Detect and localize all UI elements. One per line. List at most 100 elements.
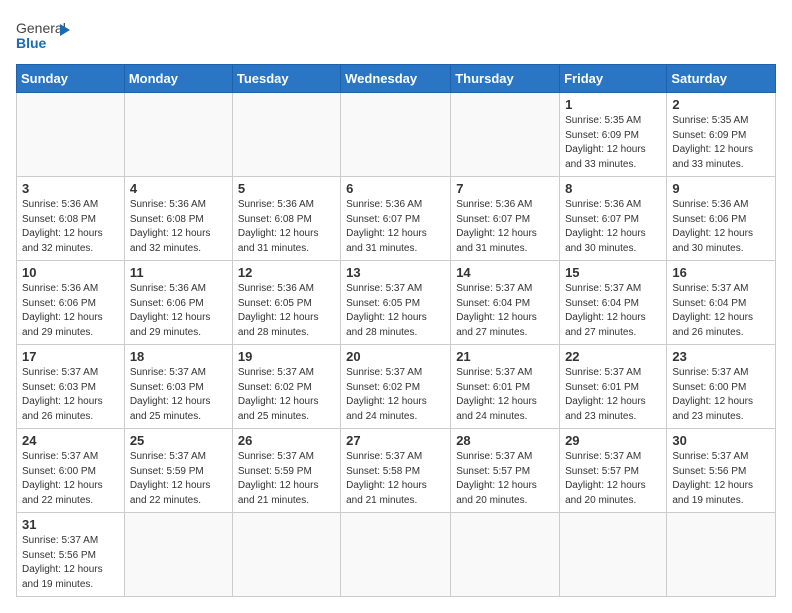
day-info: Sunrise: 5:36 AM Sunset: 6:08 PM Dayligh… [238,198,335,256]
day-number: 31 [22,517,119,532]
day-info: Sunrise: 5:37 AM Sunset: 6:02 PM Dayligh… [346,366,445,424]
calendar-cell: 19Sunrise: 5:37 AM Sunset: 6:02 PM Dayli… [232,345,340,429]
week-row-0: 1 Sunrise: 5:35 AM Sunset: 6:09 PM Daylig… [17,93,776,177]
calendar-cell: 31 Sunrise: 5:37 AM Sunset: 5:56 PM Dayli… [17,513,125,597]
day-number: 8 [565,181,661,196]
week-row-5: 31 Sunrise: 5:37 AM Sunset: 5:56 PM Dayli… [17,513,776,597]
day-number: 25 [130,433,227,448]
day-info: Sunrise: 5:37 AM Sunset: 6:00 PM Dayligh… [672,366,770,424]
calendar-cell [667,513,776,597]
calendar-cell: 26Sunrise: 5:37 AM Sunset: 5:59 PM Dayli… [232,429,340,513]
day-number: 22 [565,349,661,364]
calendar-cell [451,93,560,177]
calendar-cell: 6Sunrise: 5:36 AM Sunset: 6:07 PM Daylig… [341,177,451,261]
day-info: Sunrise: 5:37 AM Sunset: 6:02 PM Dayligh… [238,366,335,424]
calendar-cell: 23 Sunrise: 5:37 AM Sunset: 6:00 PM Dayli… [667,345,776,429]
header-monday: Monday [124,65,232,93]
day-info: Sunrise: 5:37 AM Sunset: 6:03 PM Dayligh… [22,366,119,424]
calendar-cell: 29 Sunrise: 5:37 AM Sunset: 5:57 PM Dayli… [560,429,667,513]
day-number: 13 [346,265,445,280]
day-info: Sunrise: 5:37 AM Sunset: 6:04 PM Dayligh… [565,282,661,340]
day-info: Sunrise: 5:36 AM Sunset: 6:07 PM Dayligh… [456,198,554,256]
day-info: Sunrise: 5:37 AM Sunset: 6:03 PM Dayligh… [130,366,227,424]
calendar-cell: 27Sunrise: 5:37 AM Sunset: 5:58 PM Dayli… [341,429,451,513]
day-info: Sunrise: 5:37 AM Sunset: 5:57 PM Dayligh… [565,450,661,508]
week-row-2: 10Sunrise: 5:36 AM Sunset: 6:06 PM Dayli… [17,261,776,345]
header-sunday: Sunday [17,65,125,93]
day-info: Sunrise: 5:37 AM Sunset: 5:59 PM Dayligh… [130,450,227,508]
week-row-4: 24 Sunrise: 5:37 AM Sunset: 6:00 PM Dayli… [17,429,776,513]
calendar-cell: 16 Sunrise: 5:37 AM Sunset: 6:04 PM Dayli… [667,261,776,345]
page-header: GeneralBlue [16,16,776,56]
calendar-cell: 10Sunrise: 5:36 AM Sunset: 6:06 PM Dayli… [17,261,125,345]
day-info: Sunrise: 5:35 AM Sunset: 6:09 PM Dayligh… [565,114,661,172]
day-info: Sunrise: 5:36 AM Sunset: 6:08 PM Dayligh… [130,198,227,256]
calendar-cell: 28 Sunrise: 5:37 AM Sunset: 5:57 PM Dayli… [451,429,560,513]
day-number: 16 [672,265,770,280]
calendar-cell: 18 Sunrise: 5:37 AM Sunset: 6:03 PM Dayli… [124,345,232,429]
svg-text:Blue: Blue [16,35,47,51]
day-number: 30 [672,433,770,448]
calendar-cell: 25 Sunrise: 5:37 AM Sunset: 5:59 PM Dayli… [124,429,232,513]
calendar-cell: 14Sunrise: 5:37 AM Sunset: 6:04 PM Dayli… [451,261,560,345]
day-info: Sunrise: 5:37 AM Sunset: 5:56 PM Dayligh… [672,450,770,508]
day-info: Sunrise: 5:37 AM Sunset: 5:56 PM Dayligh… [22,534,119,592]
day-number: 2 [672,97,770,112]
calendar-cell [560,513,667,597]
calendar-cell [17,93,125,177]
calendar-cell: 30 Sunrise: 5:37 AM Sunset: 5:56 PM Dayli… [667,429,776,513]
day-info: Sunrise: 5:37 AM Sunset: 6:00 PM Dayligh… [22,450,119,508]
day-number: 24 [22,433,119,448]
day-info: Sunrise: 5:36 AM Sunset: 6:06 PM Dayligh… [672,198,770,256]
day-info: Sunrise: 5:37 AM Sunset: 6:04 PM Dayligh… [672,282,770,340]
day-info: Sunrise: 5:37 AM Sunset: 5:57 PM Dayligh… [456,450,554,508]
calendar-cell [341,93,451,177]
logo: GeneralBlue [16,16,76,56]
day-number: 6 [346,181,445,196]
day-info: Sunrise: 5:37 AM Sunset: 6:01 PM Dayligh… [456,366,554,424]
calendar-cell: 3 Sunrise: 5:36 AM Sunset: 6:08 PM Daylig… [17,177,125,261]
day-number: 9 [672,181,770,196]
calendar-cell: 11Sunrise: 5:36 AM Sunset: 6:06 PM Dayli… [124,261,232,345]
calendar-cell: 4 Sunrise: 5:36 AM Sunset: 6:08 PM Daylig… [124,177,232,261]
calendar-cell: 24 Sunrise: 5:37 AM Sunset: 6:00 PM Dayli… [17,429,125,513]
day-info: Sunrise: 5:37 AM Sunset: 6:04 PM Dayligh… [456,282,554,340]
calendar-cell: 21 Sunrise: 5:37 AM Sunset: 6:01 PM Dayli… [451,345,560,429]
day-number: 29 [565,433,661,448]
day-number: 3 [22,181,119,196]
calendar-cell: 1 Sunrise: 5:35 AM Sunset: 6:09 PM Daylig… [560,93,667,177]
header-wednesday: Wednesday [341,65,451,93]
calendar-cell [124,93,232,177]
calendar-cell [451,513,560,597]
calendar-cell: 2 Sunrise: 5:35 AM Sunset: 6:09 PM Daylig… [667,93,776,177]
header-saturday: Saturday [667,65,776,93]
day-info: Sunrise: 5:35 AM Sunset: 6:09 PM Dayligh… [672,114,770,172]
svg-text:General: General [16,20,66,36]
calendar-header-row: SundayMondayTuesdayWednesdayThursdayFrid… [17,65,776,93]
header-friday: Friday [560,65,667,93]
day-info: Sunrise: 5:37 AM Sunset: 5:58 PM Dayligh… [346,450,445,508]
day-number: 4 [130,181,227,196]
calendar-cell: 22Sunrise: 5:37 AM Sunset: 6:01 PM Dayli… [560,345,667,429]
calendar-cell [341,513,451,597]
day-number: 5 [238,181,335,196]
calendar: SundayMondayTuesdayWednesdayThursdayFrid… [16,64,776,597]
day-number: 10 [22,265,119,280]
day-number: 21 [456,349,554,364]
day-info: Sunrise: 5:37 AM Sunset: 5:59 PM Dayligh… [238,450,335,508]
day-number: 7 [456,181,554,196]
day-info: Sunrise: 5:37 AM Sunset: 6:05 PM Dayligh… [346,282,445,340]
day-number: 18 [130,349,227,364]
day-info: Sunrise: 5:36 AM Sunset: 6:08 PM Dayligh… [22,198,119,256]
day-info: Sunrise: 5:36 AM Sunset: 6:07 PM Dayligh… [565,198,661,256]
day-number: 28 [456,433,554,448]
calendar-cell: 20Sunrise: 5:37 AM Sunset: 6:02 PM Dayli… [341,345,451,429]
calendar-cell: 5 Sunrise: 5:36 AM Sunset: 6:08 PM Daylig… [232,177,340,261]
day-number: 12 [238,265,335,280]
header-thursday: Thursday [451,65,560,93]
day-number: 23 [672,349,770,364]
calendar-cell: 17 Sunrise: 5:37 AM Sunset: 6:03 PM Dayli… [17,345,125,429]
day-number: 1 [565,97,661,112]
calendar-cell [232,93,340,177]
day-number: 17 [22,349,119,364]
